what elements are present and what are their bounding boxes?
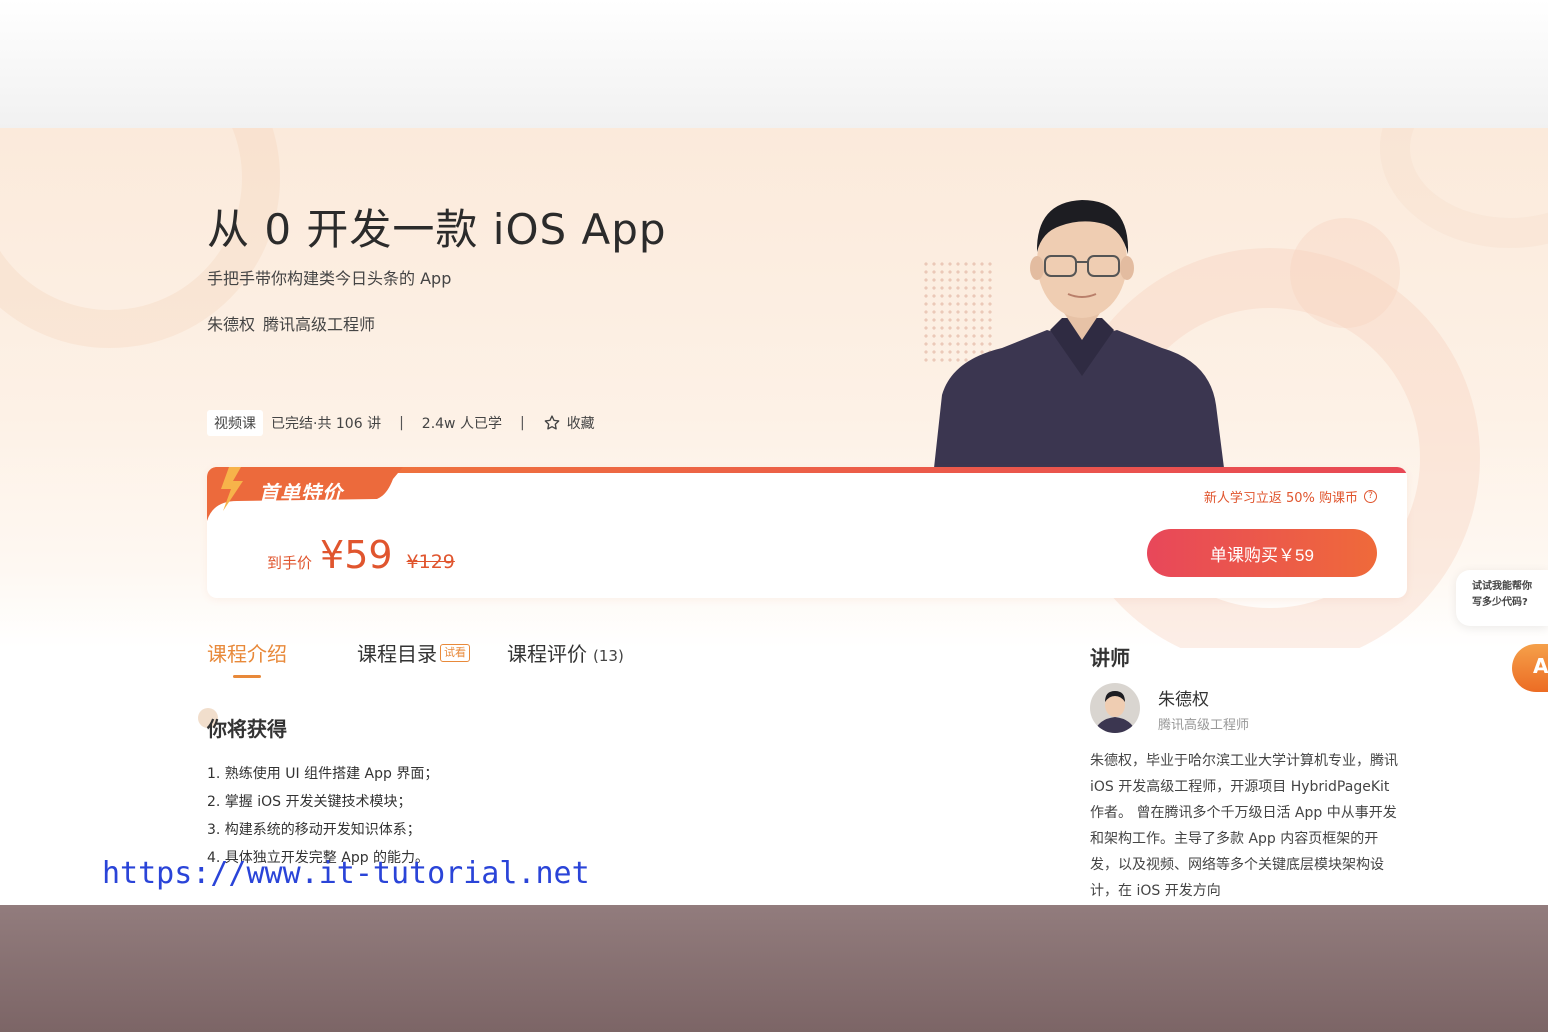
- course-subtitle: 手把手带你构建类今日头条的 App: [207, 269, 452, 288]
- teacher-role: 腾讯高级工程师: [263, 315, 376, 334]
- pricing-card: 首单特价 新人学习立返 50% 购课币 ? 到手价 ¥59 ¥129 单课购买￥…: [207, 467, 1407, 598]
- decorative-circle: [1290, 218, 1400, 328]
- review-count: (13): [593, 647, 624, 665]
- course-tabs: 课程介绍 课程目录 试看 课程评价 (13): [207, 638, 624, 682]
- course-status: 已完结·共 106 讲: [271, 416, 382, 432]
- trial-badge: 试看: [440, 643, 470, 662]
- list-item: 2. 掌握 iOS 开发关键技术模块；: [207, 794, 412, 810]
- watermark-url: https://www.it-tutorial.net: [102, 856, 590, 891]
- helper-line: 试试我能帮你: [1472, 581, 1532, 592]
- decorative-ring: [1380, 128, 1548, 248]
- teacher-photo: [934, 200, 1224, 468]
- new-user-promo[interactable]: 新人学习立返 50% 购课币 ?: [1204, 487, 1377, 506]
- buy-course-button[interactable]: 单课购买￥59: [1147, 529, 1377, 577]
- tab-course-reviews[interactable]: 课程评价 (13): [507, 638, 624, 667]
- question-circle-icon[interactable]: ?: [1364, 490, 1377, 503]
- teacher-name: 朱德权: [207, 315, 256, 334]
- tab-label: 课程目录: [357, 642, 437, 666]
- price-row: 到手价 ¥59 ¥129: [267, 533, 455, 577]
- teacher-line: 朱德权 腾讯高级工程师: [207, 311, 375, 335]
- bottom-overlay: [0, 905, 1548, 1032]
- course-type-tag: 视频课: [207, 410, 263, 436]
- section-title-gains: 你将获得: [207, 717, 287, 741]
- course-title: 从 0 开发一款 iOS App: [207, 205, 667, 254]
- current-price: ¥59: [320, 533, 393, 577]
- list-item: 1. 熟练使用 UI 组件搭建 App 界面；: [207, 766, 439, 782]
- price-label: 到手价: [267, 554, 313, 572]
- favorite-button[interactable]: 收藏: [543, 413, 595, 433]
- learner-count: 2.4w 人已学: [421, 416, 502, 432]
- instructor-name[interactable]: 朱德权: [1158, 685, 1209, 710]
- first-order-badge: 首单特价: [259, 481, 343, 505]
- tab-course-intro[interactable]: 课程介绍: [207, 638, 357, 678]
- star-outline-icon: [544, 415, 560, 430]
- avatar[interactable]: [1090, 683, 1140, 733]
- tab-course-catalog[interactable]: 课程目录 试看: [357, 638, 507, 667]
- instructor-section-title: 讲师: [1090, 646, 1130, 670]
- meta-separator: |: [399, 415, 404, 431]
- helper-line: 写多少代码?: [1472, 597, 1528, 608]
- list-item: 3. 构建系统的移动开发知识体系；: [207, 822, 421, 838]
- favorite-label: 收藏: [566, 416, 595, 432]
- top-navigation-bar: [0, 0, 1548, 128]
- tab-label: 课程介绍: [207, 642, 287, 666]
- ai-helper-bubble[interactable]: 试试我能帮你 写多少代码?: [1456, 570, 1548, 626]
- promo-text: 新人学习立返 50% 购课币: [1203, 491, 1358, 506]
- meta-separator: |: [519, 415, 525, 431]
- course-meta-row: 视频课 已完结·共 106 讲 | 2.4w 人已学 | 收藏: [207, 410, 595, 436]
- original-price: ¥129: [406, 551, 455, 573]
- tab-label: 课程评价: [507, 642, 587, 666]
- instructor-role: 腾讯高级工程师: [1158, 718, 1250, 733]
- ai-helper-button[interactable]: A: [1512, 644, 1548, 692]
- instructor-bio: 朱德权，毕业于哈尔滨工业大学计算机专业，腾讯 iOS 开发高级工程师，开源项目 …: [1090, 753, 1398, 899]
